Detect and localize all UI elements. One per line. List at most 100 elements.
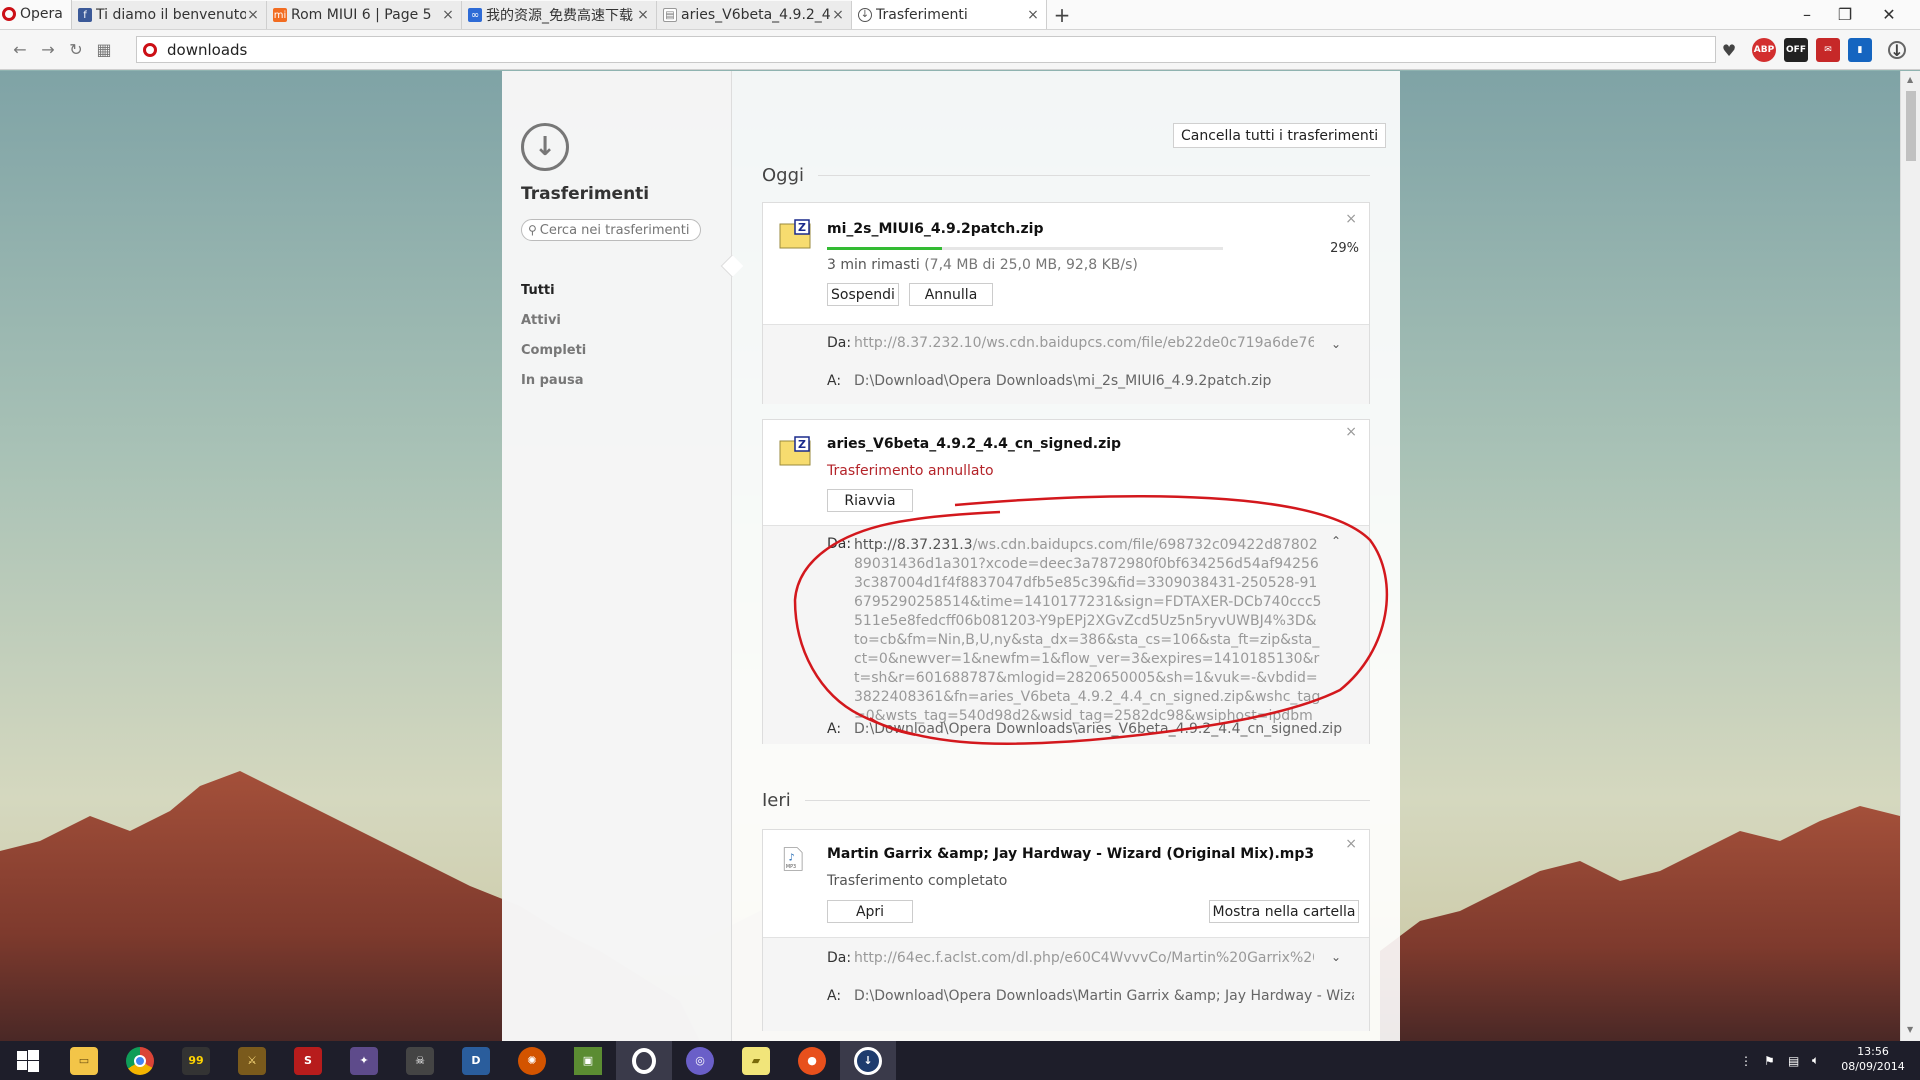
download-details: Da: http://64ec.f.aclst.com/dl.php/e60C4… xyxy=(763,937,1369,1031)
section-title: Ieri xyxy=(762,790,791,811)
url-host: http://64ec.f.aclst.com xyxy=(854,950,1012,966)
close-tab-icon[interactable]: × xyxy=(1026,7,1040,23)
scrollbar-thumb[interactable] xyxy=(1906,91,1916,161)
chevron-up-icon[interactable]: ⌃ xyxy=(1331,534,1341,548)
bookmark-icon[interactable]: ▮ xyxy=(1848,38,1872,62)
remove-download-icon[interactable]: × xyxy=(1345,836,1357,852)
restart-button[interactable]: Riavvia xyxy=(827,489,913,512)
source-url[interactable]: http://8.37.232.10/ws.cdn.baidupcs.com/f… xyxy=(854,335,1314,351)
game-icon[interactable]: ⚔ xyxy=(224,1041,280,1080)
from-label: Da: xyxy=(827,950,852,966)
close-window-icon[interactable]: ✕ xyxy=(1866,0,1912,28)
destination-path[interactable]: D:\Download\Opera Downloads\mi_2s_MIUI6_… xyxy=(854,373,1354,389)
pause-button[interactable]: Sospendi xyxy=(827,283,899,306)
tab-miui[interactable]: mi Rom MIUI 6 | Page 5 × xyxy=(267,1,462,29)
to-label: A: xyxy=(827,373,842,389)
network-icon[interactable]: ▤ xyxy=(1788,1041,1799,1080)
chevron-down-icon[interactable]: ⌄ xyxy=(1331,950,1341,964)
chrome-icon[interactable] xyxy=(112,1041,168,1080)
opera-menu-label: Opera xyxy=(20,6,63,22)
adblock-icon[interactable]: ABP xyxy=(1752,38,1776,62)
scroll-down-icon[interactable]: ▼ xyxy=(1907,1025,1913,1034)
clear-all-downloads-button[interactable]: Cancella tutti i trasferimenti xyxy=(1173,123,1387,148)
download-progress-bar xyxy=(827,247,1223,250)
destination-path[interactable]: D:\Download\Opera Downloads\Martin Garri… xyxy=(854,988,1354,1004)
maximize-icon[interactable]: ❐ xyxy=(1822,0,1868,28)
reload-icon[interactable]: ↻ xyxy=(62,36,90,64)
source-url[interactable]: http://64ec.f.aclst.com/dl.php/e60C4Wvvv… xyxy=(854,950,1314,966)
back-icon[interactable]: ← xyxy=(6,36,34,64)
zip-archive-icon: Z xyxy=(779,436,811,466)
tab-aries[interactable]: ▤ aries_V6beta_4.9.2_4.4 × xyxy=(657,1,852,29)
downloads-icon[interactable]: ↓ xyxy=(1888,41,1906,60)
scroll-up-icon[interactable]: ▲ xyxy=(1907,75,1913,84)
search-input[interactable] xyxy=(539,222,690,238)
new-tab-button[interactable]: + xyxy=(1047,1,1077,29)
speed-dial-icon[interactable]: ▦ xyxy=(90,36,118,64)
page-title: Trasferimenti xyxy=(521,184,650,204)
download-item: ♪ MP3 Martin Garrix &amp; Jay Hardway - … xyxy=(762,829,1370,1031)
page-scrollbar[interactable]: ▲ ▼ xyxy=(1900,71,1920,1041)
destination-path[interactable]: D:\Download\Opera Downloads\aries_V6beta… xyxy=(854,721,1354,737)
system-clock[interactable]: 13:56 08/09/2014 xyxy=(1838,1044,1908,1074)
app-ninja-icon[interactable]: ☠ xyxy=(392,1041,448,1080)
bot-off-icon[interactable]: OFF xyxy=(1784,38,1808,62)
zip-archive-icon: Z xyxy=(779,219,811,249)
app-purple-icon[interactable]: ✦ xyxy=(336,1041,392,1080)
minecraft-icon[interactable]: ▣ xyxy=(560,1041,616,1080)
tab-baidu[interactable]: ∞ 我的资源_免费高速下载 × xyxy=(462,1,657,29)
nav-attivi[interactable]: Attivi xyxy=(521,313,561,328)
download-filename[interactable]: Martin Garrix &amp; Jay Hardway - Wizard… xyxy=(827,846,1314,862)
download-filename[interactable]: aries_V6beta_4.9.2_4.4_cn_signed.zip xyxy=(827,436,1121,452)
remove-download-icon[interactable]: × xyxy=(1345,211,1357,227)
volume-icon[interactable]: 🔈︎ xyxy=(1812,1041,1819,1080)
nav-in-pausa[interactable]: In pausa xyxy=(521,373,583,388)
file-explorer-icon[interactable]: ▭ xyxy=(56,1041,112,1080)
app-swirl-icon[interactable]: ◎ xyxy=(672,1041,728,1080)
cancel-button[interactable]: Annulla xyxy=(909,283,993,306)
tray-overflow-icon[interactable]: ⋮ xyxy=(1740,1041,1752,1080)
app-red-icon[interactable]: S xyxy=(280,1041,336,1080)
search-icon: ⚲ xyxy=(528,223,537,237)
mail-icon[interactable]: ✉ xyxy=(1816,38,1840,62)
from-label: Da: xyxy=(827,335,852,351)
app-fire-icon[interactable]: ✺ xyxy=(504,1041,560,1080)
close-tab-icon[interactable]: × xyxy=(831,7,845,23)
svg-text:♪: ♪ xyxy=(788,853,794,864)
close-tab-icon[interactable]: × xyxy=(636,7,650,23)
folder-yellow-icon[interactable]: ▰ xyxy=(728,1041,784,1080)
opera-icon[interactable] xyxy=(616,1041,672,1080)
windows-start-icon[interactable] xyxy=(0,1041,56,1080)
forward-icon[interactable]: → xyxy=(34,36,62,64)
heart-icon[interactable]: ♥ xyxy=(1717,38,1741,62)
remove-download-icon[interactable]: × xyxy=(1345,424,1357,440)
download-filename[interactable]: mi_2s_MIUI6_4.9.2patch.zip xyxy=(827,221,1044,237)
close-tab-icon[interactable]: × xyxy=(441,7,455,23)
nav-tutti[interactable]: Tutti xyxy=(521,283,555,298)
source-url[interactable]: http://8.37.231.3/ws.cdn.baidupcs.com/fi… xyxy=(854,536,1322,726)
show-in-folder-button[interactable]: Mostra nella cartella xyxy=(1209,900,1359,923)
chevron-down-icon[interactable]: ⌄ xyxy=(1331,337,1341,351)
opera-logo-icon xyxy=(2,7,16,21)
to-label: A: xyxy=(827,721,842,737)
downloader-icon[interactable]: ↓ xyxy=(840,1041,896,1080)
address-bar[interactable]: downloads xyxy=(136,36,1716,63)
nav-completi[interactable]: Completi xyxy=(521,343,586,358)
from-label: Da: xyxy=(827,536,852,552)
flag-icon[interactable]: ⚑ xyxy=(1764,1041,1775,1080)
opera-menu-button[interactable]: Opera xyxy=(0,0,72,29)
app-d-icon[interactable]: D xyxy=(448,1041,504,1080)
tab-trasferimenti[interactable]: ↓ Trasferimenti × xyxy=(852,0,1047,29)
tab-facebook[interactable]: f Ti diamo il benvenuto × xyxy=(72,1,267,29)
search-field[interactable]: ⚲ xyxy=(521,219,701,241)
terminal-icon[interactable]: 99 xyxy=(168,1041,224,1080)
clock-date: 08/09/2014 xyxy=(1841,1060,1905,1073)
section-heading-ieri: Ieri xyxy=(762,790,1370,811)
app-orange-icon[interactable]: ● xyxy=(784,1041,840,1080)
download-status: 3 min rimasti (7,4 MB di 25,0 MB, 92,8 K… xyxy=(827,257,1138,273)
open-button[interactable]: Apri xyxy=(827,900,913,923)
url-path: /ws.cdn.baidupcs.com/file/698732c09422d8… xyxy=(854,537,1322,724)
close-tab-icon[interactable]: × xyxy=(246,7,260,23)
address-text: downloads xyxy=(167,40,248,59)
url-host: http://8.37.232.10 xyxy=(854,335,982,351)
